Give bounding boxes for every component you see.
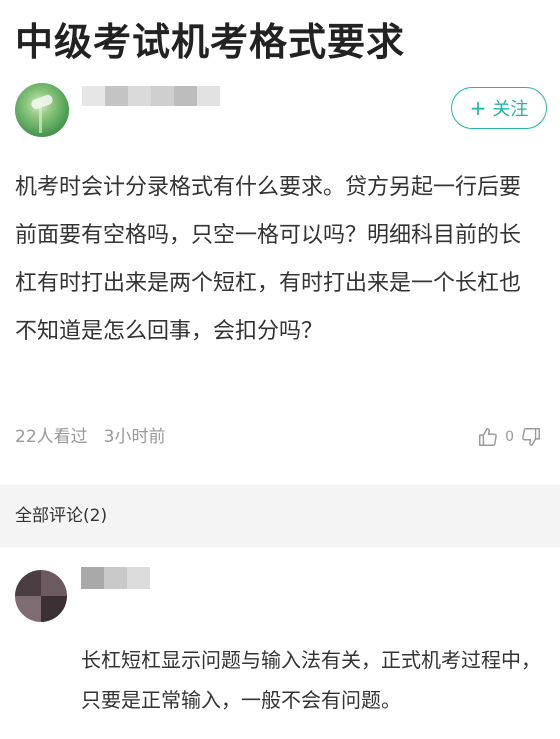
plus-icon: + xyxy=(469,96,487,120)
view-count: 22人看过 xyxy=(15,427,88,447)
like-count: 0 xyxy=(505,429,514,445)
comment-text: 长杠短杠显示问题与输入法有关，正式机考过程中，只要是正常输入，一般不会有问题。 xyxy=(81,648,541,712)
post-meta: 22人看过 3小时前 xyxy=(15,424,165,450)
thumbs-up-icon[interactable] xyxy=(477,426,499,448)
author-avatar[interactable] xyxy=(15,83,69,137)
page-title: 中级考试机考格式要求 xyxy=(15,20,406,64)
commenter-name-blurred xyxy=(81,567,150,589)
question-text: 机考时会计分录格式有什么要求。贷方另起一行后要前面要有空格吗，只空一格可以吗？明… xyxy=(15,175,522,344)
follow-button[interactable]: + 关注 xyxy=(451,87,547,129)
post-time: 3小时前 xyxy=(103,427,166,447)
reaction-bar: 0 xyxy=(477,426,542,448)
commenter-avatar[interactable] xyxy=(15,570,67,622)
author-name-blurred xyxy=(82,86,220,106)
thumbs-down-icon[interactable] xyxy=(520,426,542,448)
follow-label: 关注 xyxy=(492,99,529,120)
comments-header: 全部评论(2) xyxy=(0,485,560,547)
